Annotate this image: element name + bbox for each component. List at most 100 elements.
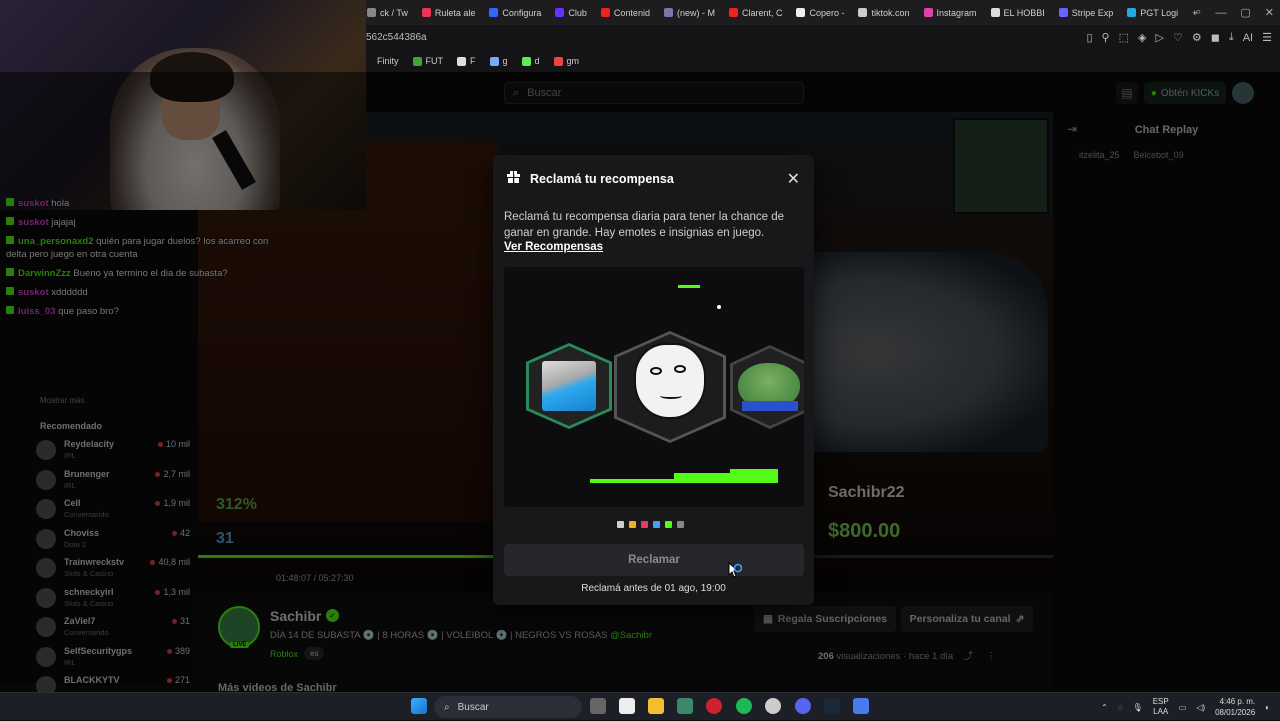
bookmark[interactable]: g [489,56,508,66]
tab-title: PGT Logi [1140,7,1179,18]
profile-icon[interactable]: ◼ [1211,31,1220,44]
tab-title: (new) - M [676,7,715,18]
download-icon[interactable]: ⤓ [1229,31,1234,44]
start-icon[interactable] [411,698,427,714]
gift-icon [507,171,520,186]
bookmark-favicon-icon [489,56,499,66]
browser-tab[interactable]: Clarent, C [722,0,790,25]
obs-icon[interactable] [765,698,781,714]
reward-carousel [504,267,804,507]
view-rewards-link[interactable]: Ver Recompensas [504,241,603,253]
carousel-dot[interactable] [653,521,660,528]
notepad-icon[interactable] [619,698,635,714]
mic-icon[interactable]: 🎙 [1133,703,1143,712]
play-icon[interactable]: ▷ [1155,31,1163,44]
emote-hex-right [730,345,804,429]
spotify-icon[interactable] [736,698,752,714]
carousel-dot[interactable] [677,521,684,528]
pin-icon[interactable]: ⚲ [1102,31,1110,44]
browser-tab[interactable]: Configura [482,0,548,25]
carousel-dot[interactable] [665,521,672,528]
extensions-icon[interactable]: ⚙ [1192,31,1202,44]
tab-title: Contenid [613,7,650,18]
steam-icon[interactable] [824,698,840,714]
tab-title: Stripe Exp [1071,7,1114,18]
glitch-bar-1 [590,479,680,483]
bookmark[interactable]: d [521,56,540,66]
close-icon[interactable]: ✕ [787,169,800,189]
opera-icon[interactable] [706,698,722,714]
tray-chevron-icon[interactable]: ⌃ [1101,703,1108,712]
maximize-icon[interactable]: ▢ [1240,6,1250,19]
store-icon[interactable] [677,698,693,714]
carousel-dot[interactable] [629,521,636,528]
tab-favicon-icon [367,8,376,17]
browser-tab[interactable]: Instagram [917,0,984,25]
screenshot-icon[interactable]: ⬚ [1119,31,1129,44]
carousel-dot[interactable] [641,521,648,528]
browser-tab[interactable]: tiktok.con [851,0,916,25]
bookmark[interactable]: gm [553,56,579,66]
carousel-dots[interactable] [617,521,684,528]
browser-tab[interactable]: Contenid [594,0,657,25]
browser-tab[interactable]: Club [548,0,594,25]
tab-favicon-icon [858,8,868,17]
address-text: 562c544386a [366,32,427,43]
bookmark-favicon-icon [521,56,531,66]
tab-favicon-icon [555,8,565,17]
tab-favicon-icon [796,8,806,17]
bookmark-favicon-icon [412,56,422,66]
tab-favicon-icon [421,8,431,17]
app-icon[interactable] [853,698,869,714]
volume-icon[interactable]: ◁) [1196,703,1205,712]
ai-icon[interactable]: AI [1243,32,1253,44]
badge-hex-left [526,343,612,429]
bookmark[interactable]: FUT [412,56,443,66]
heart-icon[interactable]: ♡ [1173,31,1183,44]
browser-tab[interactable]: Copero - [789,0,851,25]
language-indicator[interactable]: ESP LAA [1153,697,1169,717]
tab-title: Ruleta ale [434,7,476,18]
mouse-cursor-icon [728,562,742,578]
glitch-bar-3 [730,469,778,483]
clock[interactable]: 4:46 p. m. 08/01/2026 [1215,696,1255,718]
search-tabs-icon[interactable]: ⌕ [1195,6,1201,19]
modal-title: Reclamá tu recompensa [530,171,674,186]
browser-tab[interactable]: PGT Logi [1120,0,1185,25]
browser-tab[interactable]: EL HOBBI [984,0,1052,25]
shield-icon[interactable]: ◈ [1138,31,1146,44]
claim-button[interactable]: Reclamar [504,544,804,576]
reward-modal: Reclamá tu recompensa ✕ Reclamá tu recom… [493,155,814,605]
browser-tab[interactable]: Stripe Exp [1052,0,1121,25]
tab-favicon-icon [923,8,933,17]
bookmark-favicon-icon [457,56,467,66]
menu-icon[interactable]: ☰ [1262,31,1272,44]
tray-app-icon[interactable]: ◌ [1118,703,1123,712]
bookmark[interactable]: Finity [364,56,399,66]
network-icon[interactable]: ▭ [1179,703,1187,712]
taskbar-search[interactable]: ⌕ Buscar [434,696,582,718]
sparkle-dot [717,305,721,309]
close-window-icon[interactable]: ✕ [1265,6,1274,19]
browser-tab[interactable]: (new) - M [657,0,722,25]
tab-title: Club [568,7,587,18]
discord-icon[interactable] [795,698,811,714]
notifications-icon[interactable]: ◐ [1265,703,1270,712]
system-tray: ⌃ ◌ 🎙 ESP LAA ▭ ◁) 4:46 p. m. 08/01/2026 ◐ [1101,693,1270,721]
carousel-dot[interactable] [617,521,624,528]
tab-title: Configura [502,7,542,18]
minimize-icon[interactable]: — [1215,7,1226,19]
task-view-icon[interactable] [590,698,606,714]
claim-deadline: Reclamá antes de 01 ago, 19:00 [581,583,726,594]
modal-description: Reclamá tu recompensa diaria para tener … [504,211,784,239]
sparkle-bar [678,285,700,288]
browser-tab[interactable]: Ruleta ale [415,0,483,25]
file-explorer-icon[interactable] [648,698,664,714]
tab-favicon-icon [990,8,1000,17]
browser-tab[interactable]: ck / Tw [360,0,415,25]
tab-title: EL HOBBI [1003,7,1045,18]
bookmark[interactable]: F [457,56,476,66]
sidebar-icon[interactable]: ▯ [1086,31,1092,44]
bookmark-favicon-icon [553,56,563,66]
tab-title: tiktok.con [871,7,910,18]
